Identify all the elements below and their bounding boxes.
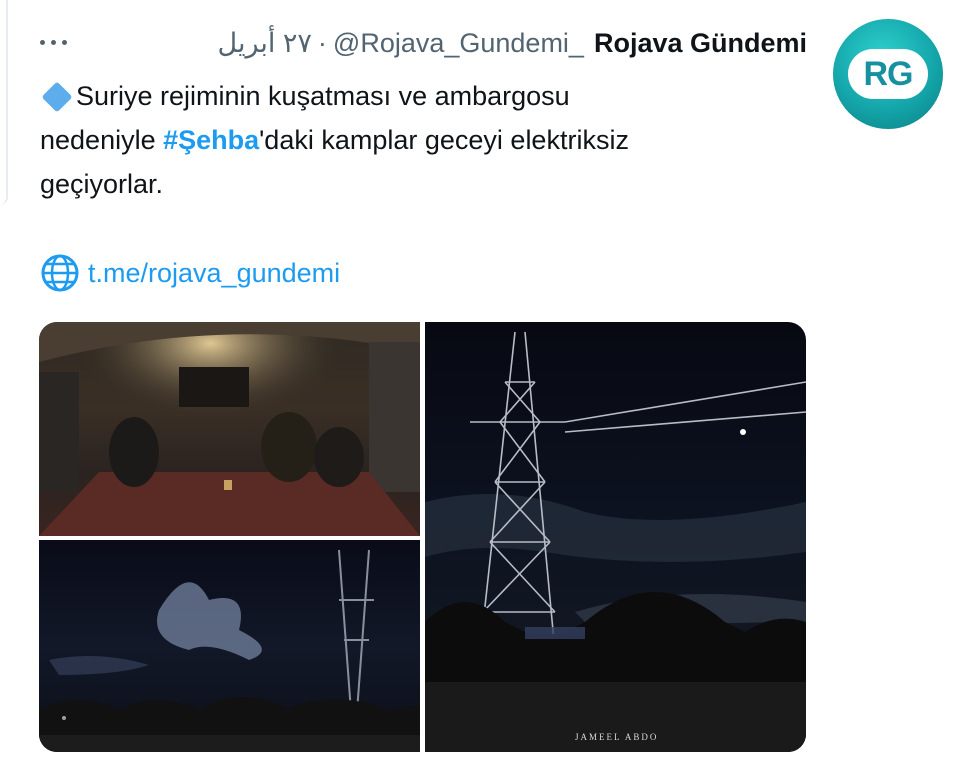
tweet-header: ٢٧ أبريل · @Rojava_Gundemi_ Rojava Günde… [218, 24, 808, 62]
photo-tent-interior-drawing [39, 322, 420, 536]
diamond-emoji-icon [41, 81, 73, 113]
thread-line [0, 0, 8, 205]
external-link[interactable]: t.me/rojava_gundemi [40, 250, 340, 296]
tweet-text: Suriye rejiminin kuşatması ve ambargosu … [40, 74, 810, 206]
photo-tent-interior[interactable] [39, 322, 420, 536]
photo-watermark: JAMEEL ABDO [575, 732, 659, 742]
tweet-date[interactable]: ٢٧ أبريل [218, 28, 312, 59]
author-name[interactable]: Rojava Gündemi [594, 28, 807, 59]
avatar-logo-text: RG [863, 54, 914, 93]
globe-icon [41, 254, 79, 292]
photo-pylon-tents[interactable]: JAMEEL ABDO [425, 322, 806, 752]
tweet-text-line1: Suriye rejiminin kuşatması ve ambargosu [76, 81, 570, 111]
photo-pylon-drawing [425, 331, 806, 752]
tweet-text-line2-end: 'daki kamplar geceyi elektriksiz [259, 125, 629, 155]
hashtag-link[interactable]: #Şehba [163, 125, 259, 155]
avatar[interactable]: RG [833, 19, 943, 129]
photo-night-sky-tents[interactable] [39, 540, 420, 752]
header-separator: · [317, 27, 327, 58]
avatar-logo: RG [848, 49, 928, 99]
photo-night-sky-drawing [39, 549, 420, 752]
author-handle[interactable]: @Rojava_Gundemi_ [333, 28, 584, 59]
more-options-icon[interactable] [40, 32, 74, 52]
tweet-text-line3: geçiyorlar. [40, 169, 164, 199]
tweet-text-line2-start: nedeniyle [40, 125, 164, 155]
external-link-text[interactable]: t.me/rojava_gundemi [88, 258, 340, 289]
media-grid: JAMEEL ABDO [39, 322, 806, 752]
